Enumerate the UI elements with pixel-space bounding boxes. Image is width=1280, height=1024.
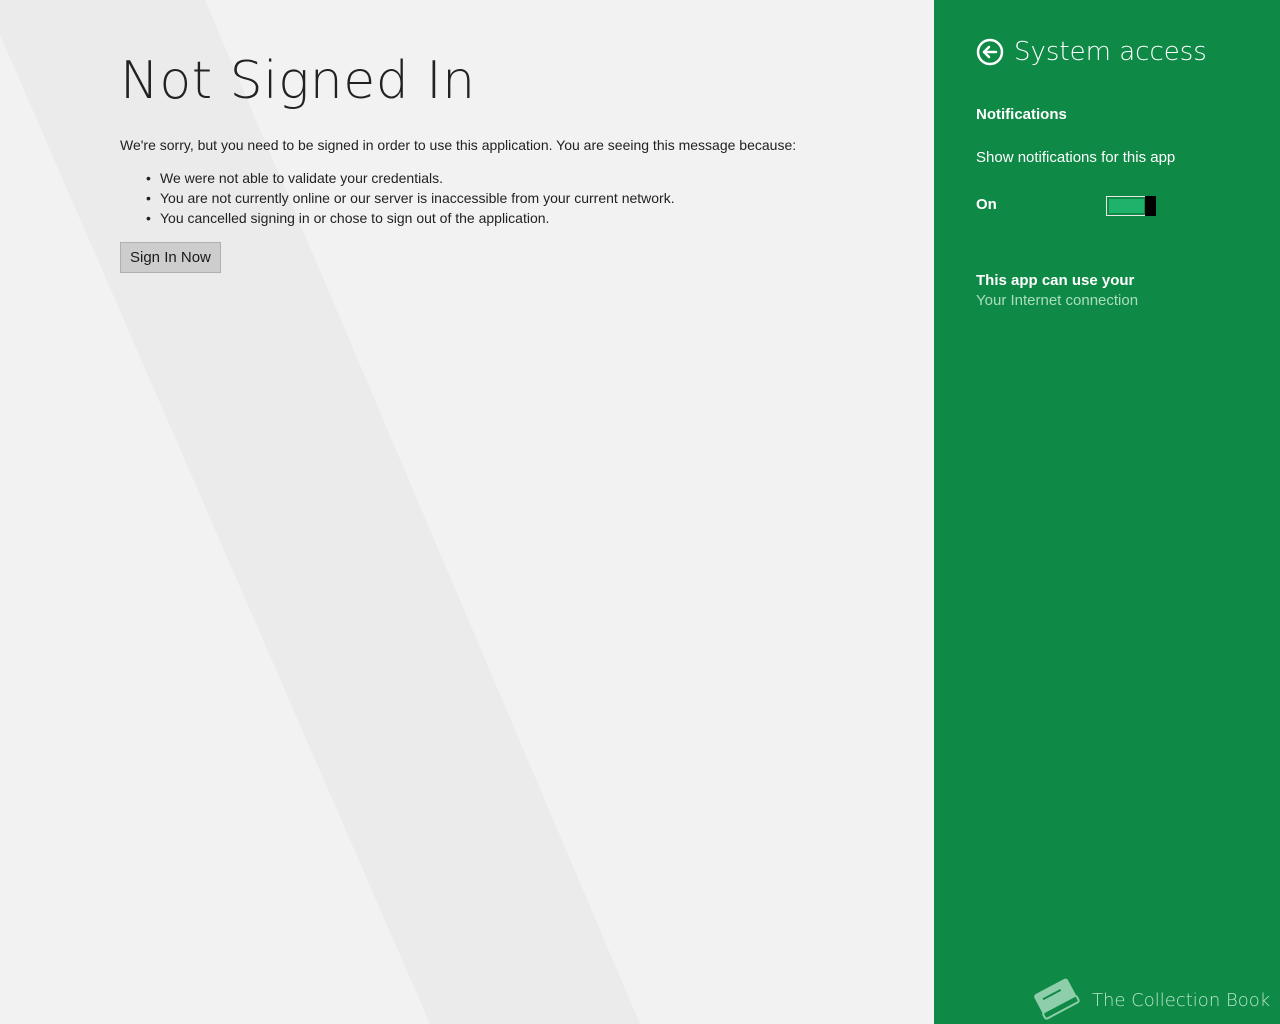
toggle-thumb[interactable]	[1145, 196, 1156, 216]
notifications-setting-label: Show notifications for this app	[976, 149, 1176, 166]
notifications-toggle-row: On	[976, 196, 1166, 216]
page-title: Not Signed In	[120, 51, 476, 111]
back-arrow-circle-icon[interactable]	[976, 38, 1004, 66]
app-brand-name: The Collection Book	[1092, 989, 1271, 1011]
toggle-fill	[1109, 199, 1144, 213]
app-brand: The Collection Book	[1028, 973, 1270, 1023]
toggle-state-label: On	[976, 196, 997, 213]
book-icon	[1034, 978, 1080, 1020]
error-message: We're sorry, but you need to be signed i…	[120, 137, 797, 153]
notifications-toggle[interactable]	[1106, 196, 1156, 216]
reason-item: You are not currently online or our serv…	[146, 188, 900, 208]
reason-item: We were not able to validate your creden…	[146, 168, 900, 188]
reason-item: You cancelled signing in or chose to sig…	[146, 208, 900, 228]
capability-item: Your Internet connection	[976, 292, 1139, 309]
main-content-area: Not Signed In We're sorry, but you need …	[0, 0, 934, 1024]
capabilities-heading: This app can use your	[976, 272, 1135, 289]
notifications-heading: Notifications	[976, 106, 1067, 123]
flyout-header: System access	[976, 36, 1207, 68]
app-window: Not Signed In We're sorry, but you need …	[0, 0, 1280, 1024]
settings-flyout: System access Notifications Show notific…	[934, 0, 1280, 1024]
reasons-list: We were not able to validate your creden…	[120, 168, 900, 228]
sign-in-now-button[interactable]: Sign In Now	[120, 242, 221, 273]
not-signed-in-panel: Not Signed In We're sorry, but you need …	[120, 44, 900, 273]
flyout-title: System access	[1014, 37, 1207, 67]
